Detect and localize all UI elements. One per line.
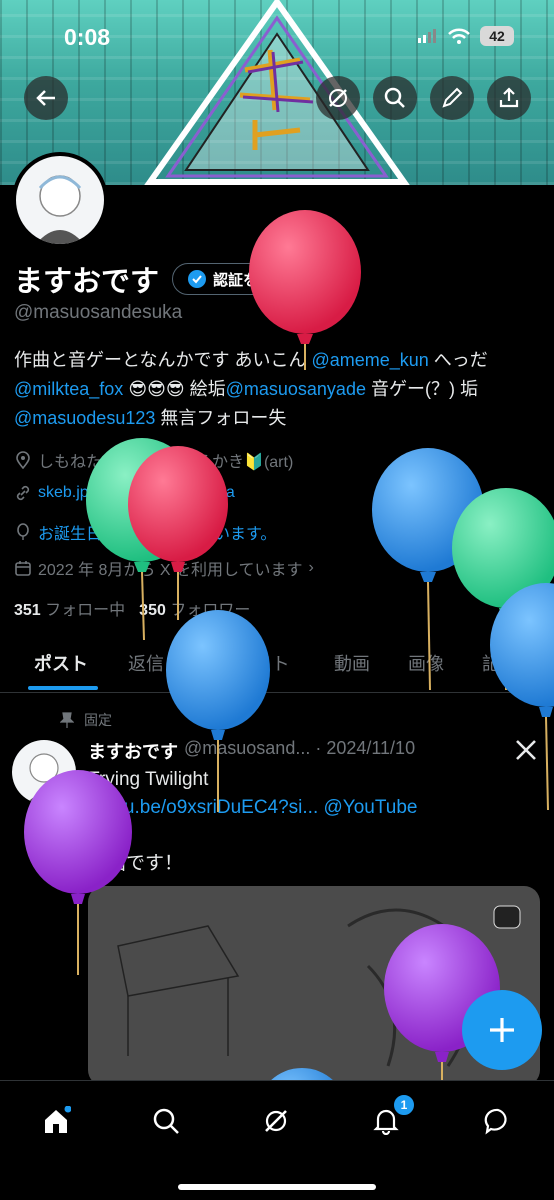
grok-button[interactable] [316, 76, 360, 120]
nav-messages[interactable] [476, 1099, 520, 1143]
signal-icon [418, 29, 436, 43]
post-avatar[interactable] [12, 740, 76, 804]
share-button[interactable] [487, 76, 531, 120]
bio-mention[interactable]: @milktea_fox [14, 379, 123, 399]
pin-icon [60, 712, 74, 728]
following-link[interactable]: 351 フォロー中 [14, 596, 125, 620]
tab-articles[interactable]: 記事 [482, 650, 518, 676]
tab-replies[interactable]: 返信 [128, 650, 164, 676]
website-row: skeb.jp/@masuosandesuka [14, 484, 235, 502]
joined-text: 2022 年 8月から X を利用しています [38, 562, 303, 579]
nav-grok[interactable] [254, 1099, 298, 1143]
birthday-row: お誕生日おめでとうございます。 [14, 520, 276, 544]
battery-indicator: 42 [480, 26, 514, 46]
status-bar: 0:08 42 [0, 0, 554, 72]
active-tab-indicator [28, 686, 98, 690]
tab-images[interactable]: 画像 [408, 650, 444, 676]
chevron-right-icon: › [308, 559, 314, 576]
tab-highlights[interactable]: ハイライト [200, 650, 290, 676]
back-button[interactable] [24, 76, 68, 120]
search-icon [384, 87, 405, 108]
pinned-label-row: 固定 [60, 710, 112, 730]
verified-badge-icon [188, 270, 206, 288]
status-time: 0:08 [64, 24, 111, 50]
profile-handle: @masuosandesuka [14, 302, 183, 323]
following-label: フォロー中 [45, 602, 126, 619]
location-row: しもねたちゃん おえかき🔰(art) [14, 448, 293, 472]
nav-search[interactable] [144, 1099, 188, 1143]
followers-label: フォロワー [170, 602, 251, 619]
get-verified-label: 認証を受ける [213, 271, 304, 289]
tab-posts[interactable]: ポスト [34, 650, 88, 676]
post-link[interactable]: youtu.be/o9xsriDuEC4?si... [88, 797, 318, 818]
post-line: Trying Twilight [88, 769, 209, 790]
pen-icon [442, 87, 463, 108]
profile-bio: 作曲と音ゲーとなんかです あいこん @ameme_kun へっだ @milkte… [14, 346, 544, 433]
status-icons: 42 [418, 26, 514, 46]
location-pin-icon [16, 451, 30, 469]
post-handle-date: @masuosand... · 2024/11/10 [184, 738, 416, 758]
get-verified-button[interactable]: 認証を受ける [172, 263, 332, 295]
bio-mention[interactable]: @masuodesu123 [14, 408, 155, 428]
edit-button[interactable] [430, 76, 474, 120]
post-header: ますおです @masuosand... · 2024/11/10 [88, 738, 415, 764]
post-line: 新曲です！ [88, 853, 184, 874]
search-icon [153, 1108, 179, 1134]
avatar-illustration [26, 753, 62, 804]
share-icon [499, 87, 519, 108]
wifi-icon [448, 28, 470, 44]
notification-badge: 1 [392, 1093, 416, 1117]
location-text: しもねたちゃん [38, 454, 151, 471]
home-indicator [178, 1184, 376, 1190]
joined-row[interactable]: 2022 年 8月から X を利用しています › [14, 556, 314, 580]
birthday-text[interactable]: お誕生日おめでとうございます。 [38, 520, 276, 544]
bio-text: 音ゲー(？) 垢 [365, 379, 478, 399]
grok-icon [329, 89, 347, 107]
link-icon [16, 485, 30, 501]
following-count: 351 [14, 602, 41, 619]
pinned-label: 固定 [84, 712, 112, 728]
post-mention[interactable]: @YouTube [324, 797, 418, 818]
compose-post-button[interactable] [462, 990, 542, 1070]
balloon-icon [17, 523, 29, 540]
category-text: おえかき🔰(art) [180, 454, 294, 471]
plus-icon [490, 1018, 514, 1042]
follow-counts: 351 フォロー中 350 フォロワー [14, 596, 250, 620]
x-logo-icon [516, 740, 536, 760]
home-icon [45, 1106, 71, 1133]
nav-home[interactable] [34, 1099, 78, 1143]
display-name: ますおです [14, 266, 160, 298]
bio-text: へっだ [428, 350, 488, 370]
bio-text: 無言フォロー失 [155, 408, 287, 428]
arrow-left-icon [36, 90, 55, 106]
bio-mention[interactable]: @masuosanyade [226, 379, 366, 399]
avatar-illustration [36, 175, 84, 244]
chat-bubble-icon [484, 1108, 507, 1135]
followers-link[interactable]: 350 フォロワー [139, 596, 250, 620]
post-text: Trying Twilight youtu.be/o9xsriDuEC4?si.… [88, 766, 518, 878]
calendar-icon [15, 561, 31, 576]
website-link[interactable]: skeb.jp/@masuosandesuka [38, 484, 235, 502]
post-author[interactable]: ますおです [88, 738, 178, 764]
bio-mention[interactable]: @ameme_kun [311, 350, 428, 370]
nav-notifications[interactable]: 1 [364, 1093, 416, 1143]
bottom-navigation: 1 [0, 1080, 554, 1200]
bio-text: 作曲と音ゲーとなんかです あいこん [14, 350, 312, 370]
profile-avatar[interactable] [12, 152, 108, 248]
tab-videos[interactable]: 動画 [334, 650, 370, 676]
search-button[interactable] [373, 76, 417, 120]
grok-icon [265, 1110, 287, 1132]
followers-count: 350 [139, 602, 166, 619]
bio-text: 😎😎😎 絵垢 [123, 379, 226, 399]
